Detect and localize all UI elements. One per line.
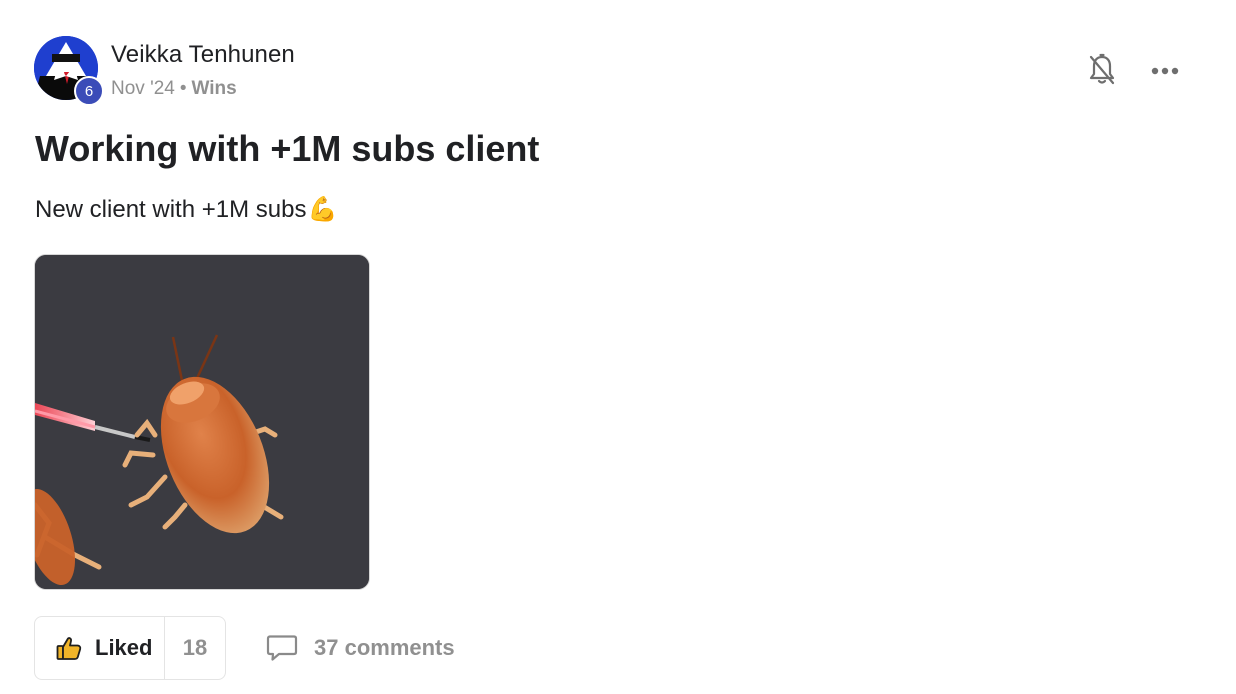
post-meta: Nov '24 • Wins <box>111 78 237 100</box>
post-body: New client with +1M subs 💪 <box>35 195 337 224</box>
bell-off-icon <box>1089 53 1115 85</box>
thumbs-up-icon <box>56 637 82 660</box>
comment-bubble-icon <box>266 635 298 661</box>
level-badge: 6 <box>74 76 104 106</box>
author-name[interactable]: Veikka Tenhunen <box>111 41 295 69</box>
like-group: Liked 18 <box>34 616 226 680</box>
more-horizontal-icon <box>1151 67 1179 75</box>
post-card: 6 Veikka Tenhunen Nov '24 • Wins Working… <box>0 0 1236 694</box>
post-category[interactable]: Wins <box>191 78 236 100</box>
more-options-button[interactable] <box>1146 54 1184 88</box>
comments-button[interactable]: 37 comments <box>266 630 455 666</box>
comments-label: 37 comments <box>314 635 455 660</box>
post-body-text: New client with +1M subs <box>35 195 307 223</box>
post-attachment-gif[interactable] <box>34 254 370 590</box>
like-button[interactable]: Liked <box>35 617 164 679</box>
notification-toggle-button[interactable] <box>1084 52 1120 88</box>
author-avatar[interactable]: 6 <box>34 36 104 106</box>
cockroach-lightsaber-image <box>35 255 369 589</box>
post-title[interactable]: Working with +1M subs client <box>35 128 539 170</box>
post-date[interactable]: Nov '24 <box>111 78 175 100</box>
meta-separator: • <box>179 78 187 99</box>
like-count[interactable]: 18 <box>164 617 225 679</box>
like-label: Liked <box>95 635 153 660</box>
flexed-biceps-emoji: 💪 <box>307 196 338 223</box>
